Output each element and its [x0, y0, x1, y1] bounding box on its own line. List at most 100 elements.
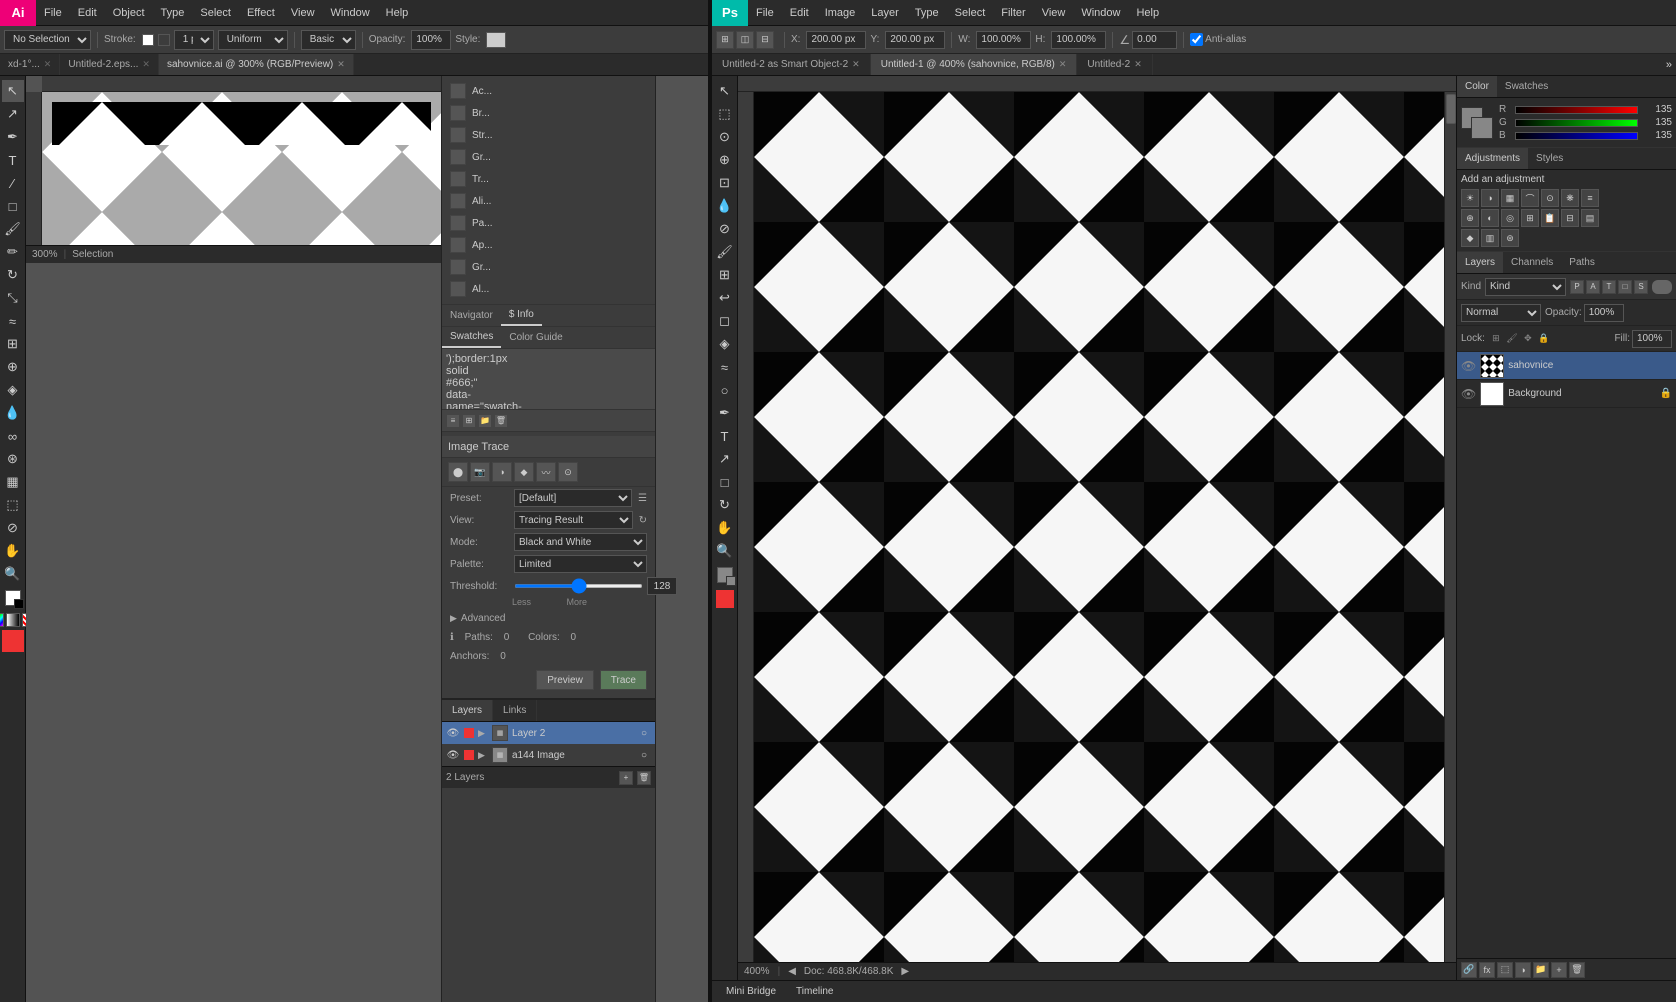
- ai-layer-img-expand[interactable]: ▶: [478, 750, 488, 761]
- ai-layer-2-btn[interactable]: ○: [637, 726, 651, 740]
- ps-tool-shape[interactable]: □: [714, 471, 736, 493]
- ai-menu-help[interactable]: Help: [378, 0, 417, 25]
- ps-layer-mask-btn[interactable]: ⬚: [1497, 962, 1513, 978]
- opacity-input[interactable]: [411, 30, 451, 50]
- stroke-type-select[interactable]: Uniform: [218, 30, 288, 50]
- ai-tool-select[interactable]: ↖: [2, 80, 24, 102]
- ps-bg-swatch[interactable]: [1471, 117, 1493, 139]
- ai-tab-1-close[interactable]: ✕: [44, 59, 52, 70]
- ps-color-fg-bg[interactable]: [1461, 107, 1493, 139]
- trace-view-select[interactable]: Tracing Result: [514, 511, 633, 529]
- ai-menu-select[interactable]: Select: [192, 0, 239, 25]
- trace-icon-lines[interactable]: 〰: [536, 462, 556, 482]
- ps-tool-opt-2[interactable]: ◫: [736, 31, 754, 49]
- ps-tool-history[interactable]: ↩: [714, 287, 736, 309]
- ai-tab-3-active[interactable]: sahovnice.ai @ 300% (RGB/Preview) ✕: [159, 54, 354, 75]
- ai-selection-dropdown[interactable]: No Selection: [4, 30, 91, 50]
- panel-icon-2[interactable]: ⊞: [462, 414, 476, 428]
- ps-adj-exposure[interactable]: ⊙: [1541, 189, 1559, 207]
- ps-filter-smart[interactable]: S: [1634, 280, 1648, 294]
- ai-lib-item-5[interactable]: Ali...: [442, 190, 655, 212]
- style-swatch[interactable]: [486, 32, 506, 48]
- ps-adj-contrast[interactable]: ◑: [1481, 189, 1499, 207]
- ps-w-input[interactable]: [976, 31, 1031, 49]
- ps-layer-new-btn[interactable]: +: [1551, 962, 1567, 978]
- ai-layers-tab[interactable]: Layers: [442, 700, 493, 721]
- panel-icon-4[interactable]: 🗑: [494, 414, 508, 428]
- image-trace-header[interactable]: Image Trace: [442, 436, 655, 458]
- ai-tool-column-graph[interactable]: ▦: [2, 471, 24, 493]
- ps-lock-position[interactable]: ✥: [1521, 332, 1535, 346]
- ai-menu-type[interactable]: Type: [153, 0, 193, 25]
- ps-layers-tab-channels[interactable]: Channels: [1503, 252, 1561, 273]
- stroke-style-select[interactable]: Basic: [301, 30, 356, 50]
- ai-tab-2-close[interactable]: ✕: [142, 59, 150, 70]
- ai-tool-pencil[interactable]: ✏: [2, 241, 24, 263]
- ai-tool-zoom[interactable]: 🔍: [2, 563, 24, 585]
- ps-doc-tab-0[interactable]: Untitled-2 as Smart Object-2 ✕: [712, 54, 871, 75]
- ai-lib-item-9[interactable]: Al...: [442, 278, 655, 300]
- stroke-fill-swatch[interactable]: [158, 34, 170, 46]
- trace-icon-photo[interactable]: 📷: [470, 462, 490, 482]
- ai-tool-type[interactable]: T: [2, 149, 24, 171]
- ai-lib-item-1[interactable]: Br...: [442, 102, 655, 124]
- ps-tool-clone[interactable]: ⊞: [714, 264, 736, 286]
- ps-active-color[interactable]: [716, 590, 734, 608]
- ps-layers-kind-select[interactable]: Kind: [1485, 278, 1566, 296]
- trace-advanced-row[interactable]: ▶ Advanced: [442, 609, 655, 628]
- ps-y-input[interactable]: [885, 31, 945, 49]
- ps-menu-type[interactable]: Type: [907, 0, 947, 25]
- ps-h-input[interactable]: [1051, 31, 1106, 49]
- ps-adj-channel-mixer[interactable]: ⊞: [1521, 209, 1539, 227]
- ai-tool-rectangle[interactable]: □: [2, 195, 24, 217]
- ai-tab-1[interactable]: xd-1°... ✕: [0, 54, 60, 75]
- ps-tool-opt-3[interactable]: ⊟: [756, 31, 774, 49]
- ps-bg-color[interactable]: [726, 576, 736, 586]
- ps-mini-bridge-tab[interactable]: Mini Bridge: [720, 986, 782, 997]
- ps-opacity-input[interactable]: [1584, 304, 1624, 322]
- ps-adj-vibrance[interactable]: ❋: [1561, 189, 1579, 207]
- trace-preview-btn[interactable]: Preview: [536, 670, 594, 690]
- ps-doc-tab-1-close[interactable]: ✕: [1059, 59, 1067, 70]
- ai-tool-eyedropper[interactable]: 💧: [2, 402, 24, 424]
- ai-lib-item-7[interactable]: Ap...: [442, 234, 655, 256]
- ps-antialias-label[interactable]: Anti-alias: [1190, 33, 1246, 46]
- ps-tool-blur[interactable]: ≈: [714, 356, 736, 378]
- ps-layers-tab-paths[interactable]: Paths: [1561, 252, 1603, 273]
- ps-adj-posterize[interactable]: ▤: [1581, 209, 1599, 227]
- ps-doc-tab-2-close[interactable]: ✕: [1134, 59, 1142, 70]
- ps-styles-tab[interactable]: Styles: [1528, 148, 1571, 169]
- ps-tool-rotate-view[interactable]: ↻: [714, 494, 736, 516]
- stroke-color-swatch[interactable]: [142, 34, 154, 46]
- ai-lib-item-2[interactable]: Str...: [442, 124, 655, 146]
- ps-menu-image[interactable]: Image: [817, 0, 864, 25]
- ps-tool-opt-1[interactable]: ⊞: [716, 31, 734, 49]
- ps-menu-select[interactable]: Select: [947, 0, 994, 25]
- ps-tool-dodge[interactable]: ○: [714, 379, 736, 401]
- ps-tool-pen[interactable]: ✒: [714, 402, 736, 424]
- ps-doc-tab-2[interactable]: Untitled-2 ✕: [1077, 54, 1152, 75]
- ps-swatches-tab[interactable]: Swatches: [1497, 76, 1556, 97]
- ps-adj-levels[interactable]: ▦: [1501, 189, 1519, 207]
- ps-menu-view[interactable]: View: [1034, 0, 1074, 25]
- trace-preset-options[interactable]: ☰: [638, 493, 647, 504]
- ps-layer-link-btn[interactable]: 🔗: [1461, 962, 1477, 978]
- ps-menu-help[interactable]: Help: [1128, 0, 1167, 25]
- ps-lock-pixels[interactable]: 🖌: [1505, 332, 1519, 346]
- ai-menu-edit[interactable]: Edit: [70, 0, 105, 25]
- ps-doc-tab-0-close[interactable]: ✕: [852, 59, 860, 70]
- ps-layer-sahovnice-vis[interactable]: 👁: [1461, 359, 1476, 373]
- ps-layers-mode-select[interactable]: Normal: [1461, 304, 1541, 322]
- ps-tool-heal[interactable]: ⊘: [714, 218, 736, 240]
- ps-tool-gradient[interactable]: ◈: [714, 333, 736, 355]
- trace-palette-select[interactable]: Limited: [514, 555, 647, 573]
- ps-menu-window[interactable]: Window: [1073, 0, 1128, 25]
- ps-tool-path-select[interactable]: ↗: [714, 448, 736, 470]
- trace-mode-select[interactable]: Black and White: [514, 533, 647, 551]
- ps-adj-color-balance[interactable]: ⊕: [1461, 209, 1479, 227]
- ai-menu-object[interactable]: Object: [105, 0, 153, 25]
- ps-angle-input[interactable]: [1132, 31, 1177, 49]
- ai-tool-shape-builder[interactable]: ⊕: [2, 356, 24, 378]
- ps-x-input[interactable]: [806, 31, 866, 49]
- ps-adj-gradient-map[interactable]: ▥: [1481, 229, 1499, 247]
